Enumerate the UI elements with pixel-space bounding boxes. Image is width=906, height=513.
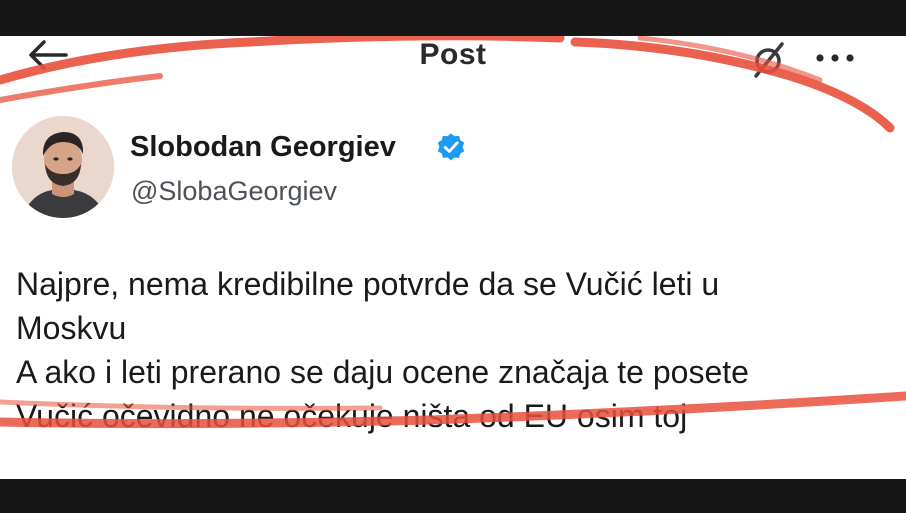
profile-photo-icon <box>12 116 114 218</box>
filter-off-icon <box>754 42 784 78</box>
tweet-line: Moskvu <box>16 310 127 346</box>
author-handle[interactable]: @SlobaGeorgiev <box>131 176 337 207</box>
more-horizontal-icon <box>816 54 854 62</box>
filter-button[interactable] <box>748 40 788 80</box>
tweet-line: A ako i leti prerano se daju ocene znača… <box>16 354 749 390</box>
tweet-text: Najpre, nema kredibilne potvrde da se Vu… <box>16 262 896 438</box>
author-display-name[interactable]: Slobodan Georgiev <box>130 131 396 164</box>
tweet-line: Vučić očevidno ne očekuje ništa od EU os… <box>16 398 688 434</box>
screenshot-frame: Post Slobodan Georgiev @SlobaGeorgiev Na… <box>0 0 906 513</box>
tweet-line: Najpre, nema kredibilne potvrde da se Vu… <box>16 266 720 302</box>
avatar[interactable] <box>12 116 114 218</box>
more-options-button[interactable] <box>812 46 858 70</box>
post-view: Post Slobodan Georgiev @SlobaGeorgiev Na… <box>0 36 906 479</box>
verified-badge-icon <box>437 133 465 161</box>
